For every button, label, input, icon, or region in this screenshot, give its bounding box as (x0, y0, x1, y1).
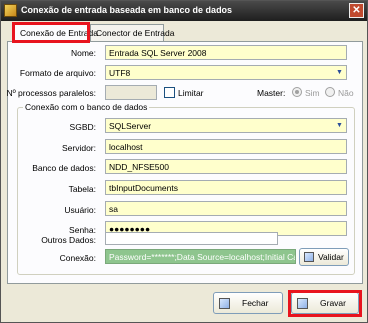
validar-label: Validar (318, 252, 344, 262)
tabela-input[interactable]: tbInputDocuments (105, 180, 347, 195)
db-group-title: Conexão com o banco de dados (23, 102, 150, 112)
limitar-checkbox[interactable] (164, 87, 175, 98)
title-bar[interactable]: Conexão de entrada baseada em banco de d… (1, 1, 367, 21)
master-nao-label: Não (338, 88, 354, 98)
limitar-label: Limitar (178, 88, 204, 98)
nome-input[interactable]: Entrada SQL Server 2008 (105, 45, 347, 60)
tab-highlight-outline (12, 22, 90, 43)
chevron-down-icon: ▼ (336, 122, 343, 129)
check-icon (304, 252, 314, 262)
banco-input[interactable]: NDD_NFSE500 (105, 159, 347, 174)
fechar-button[interactable]: Fechar (213, 292, 283, 314)
sgbd-value: SQLServer (109, 121, 152, 131)
close-window-icon (219, 298, 230, 309)
formato-label: Formato de arquivo: (19, 68, 96, 78)
close-button[interactable]: ✕ (349, 3, 364, 18)
sgbd-label: SGBD: (69, 122, 96, 132)
conexao-label: Conexão: (59, 253, 96, 263)
fechar-label: Fechar (242, 298, 269, 308)
nome-label: Nome: (70, 48, 96, 58)
master-label: Master: (257, 88, 286, 98)
senha-label: Senha: (69, 225, 96, 235)
database-icon (4, 4, 17, 17)
master-sim-radio[interactable] (292, 87, 302, 97)
tab-conector-entrada[interactable]: Conector de Entrada (90, 24, 174, 41)
processos-label: Nº processos paralelos: (6, 88, 96, 98)
banco-label: Banco de dados: (32, 163, 96, 173)
usuario-input[interactable]: sa (105, 201, 347, 216)
tabela-label: Tabela: (68, 184, 96, 194)
formato-select[interactable]: UTF8 ▼ (105, 65, 347, 80)
usuario-label: Usuário: (64, 205, 96, 215)
formato-value: UTF8 (109, 68, 131, 78)
chevron-down-icon: ▼ (336, 69, 343, 76)
master-nao-radio[interactable] (325, 87, 335, 97)
servidor-label: Servidor: (61, 143, 96, 153)
gravar-highlight-outline (288, 290, 362, 317)
connection-string-field[interactable]: Password=*******;Data Source=localhost;I… (105, 249, 296, 264)
outros-dados-label: Outros Dados: (41, 235, 96, 245)
validar-button[interactable]: Validar (299, 248, 349, 266)
processos-input[interactable] (105, 85, 157, 100)
servidor-input[interactable]: localhost (105, 139, 347, 154)
sgbd-select[interactable]: SQLServer ▼ (105, 118, 347, 133)
master-sim-label: Sim (305, 88, 320, 98)
window-title: Conexão de entrada baseada em banco de d… (21, 5, 233, 15)
outros-dados-input[interactable] (105, 232, 278, 245)
dialog-window: Conexão de entrada baseada em banco de d… (0, 0, 368, 323)
